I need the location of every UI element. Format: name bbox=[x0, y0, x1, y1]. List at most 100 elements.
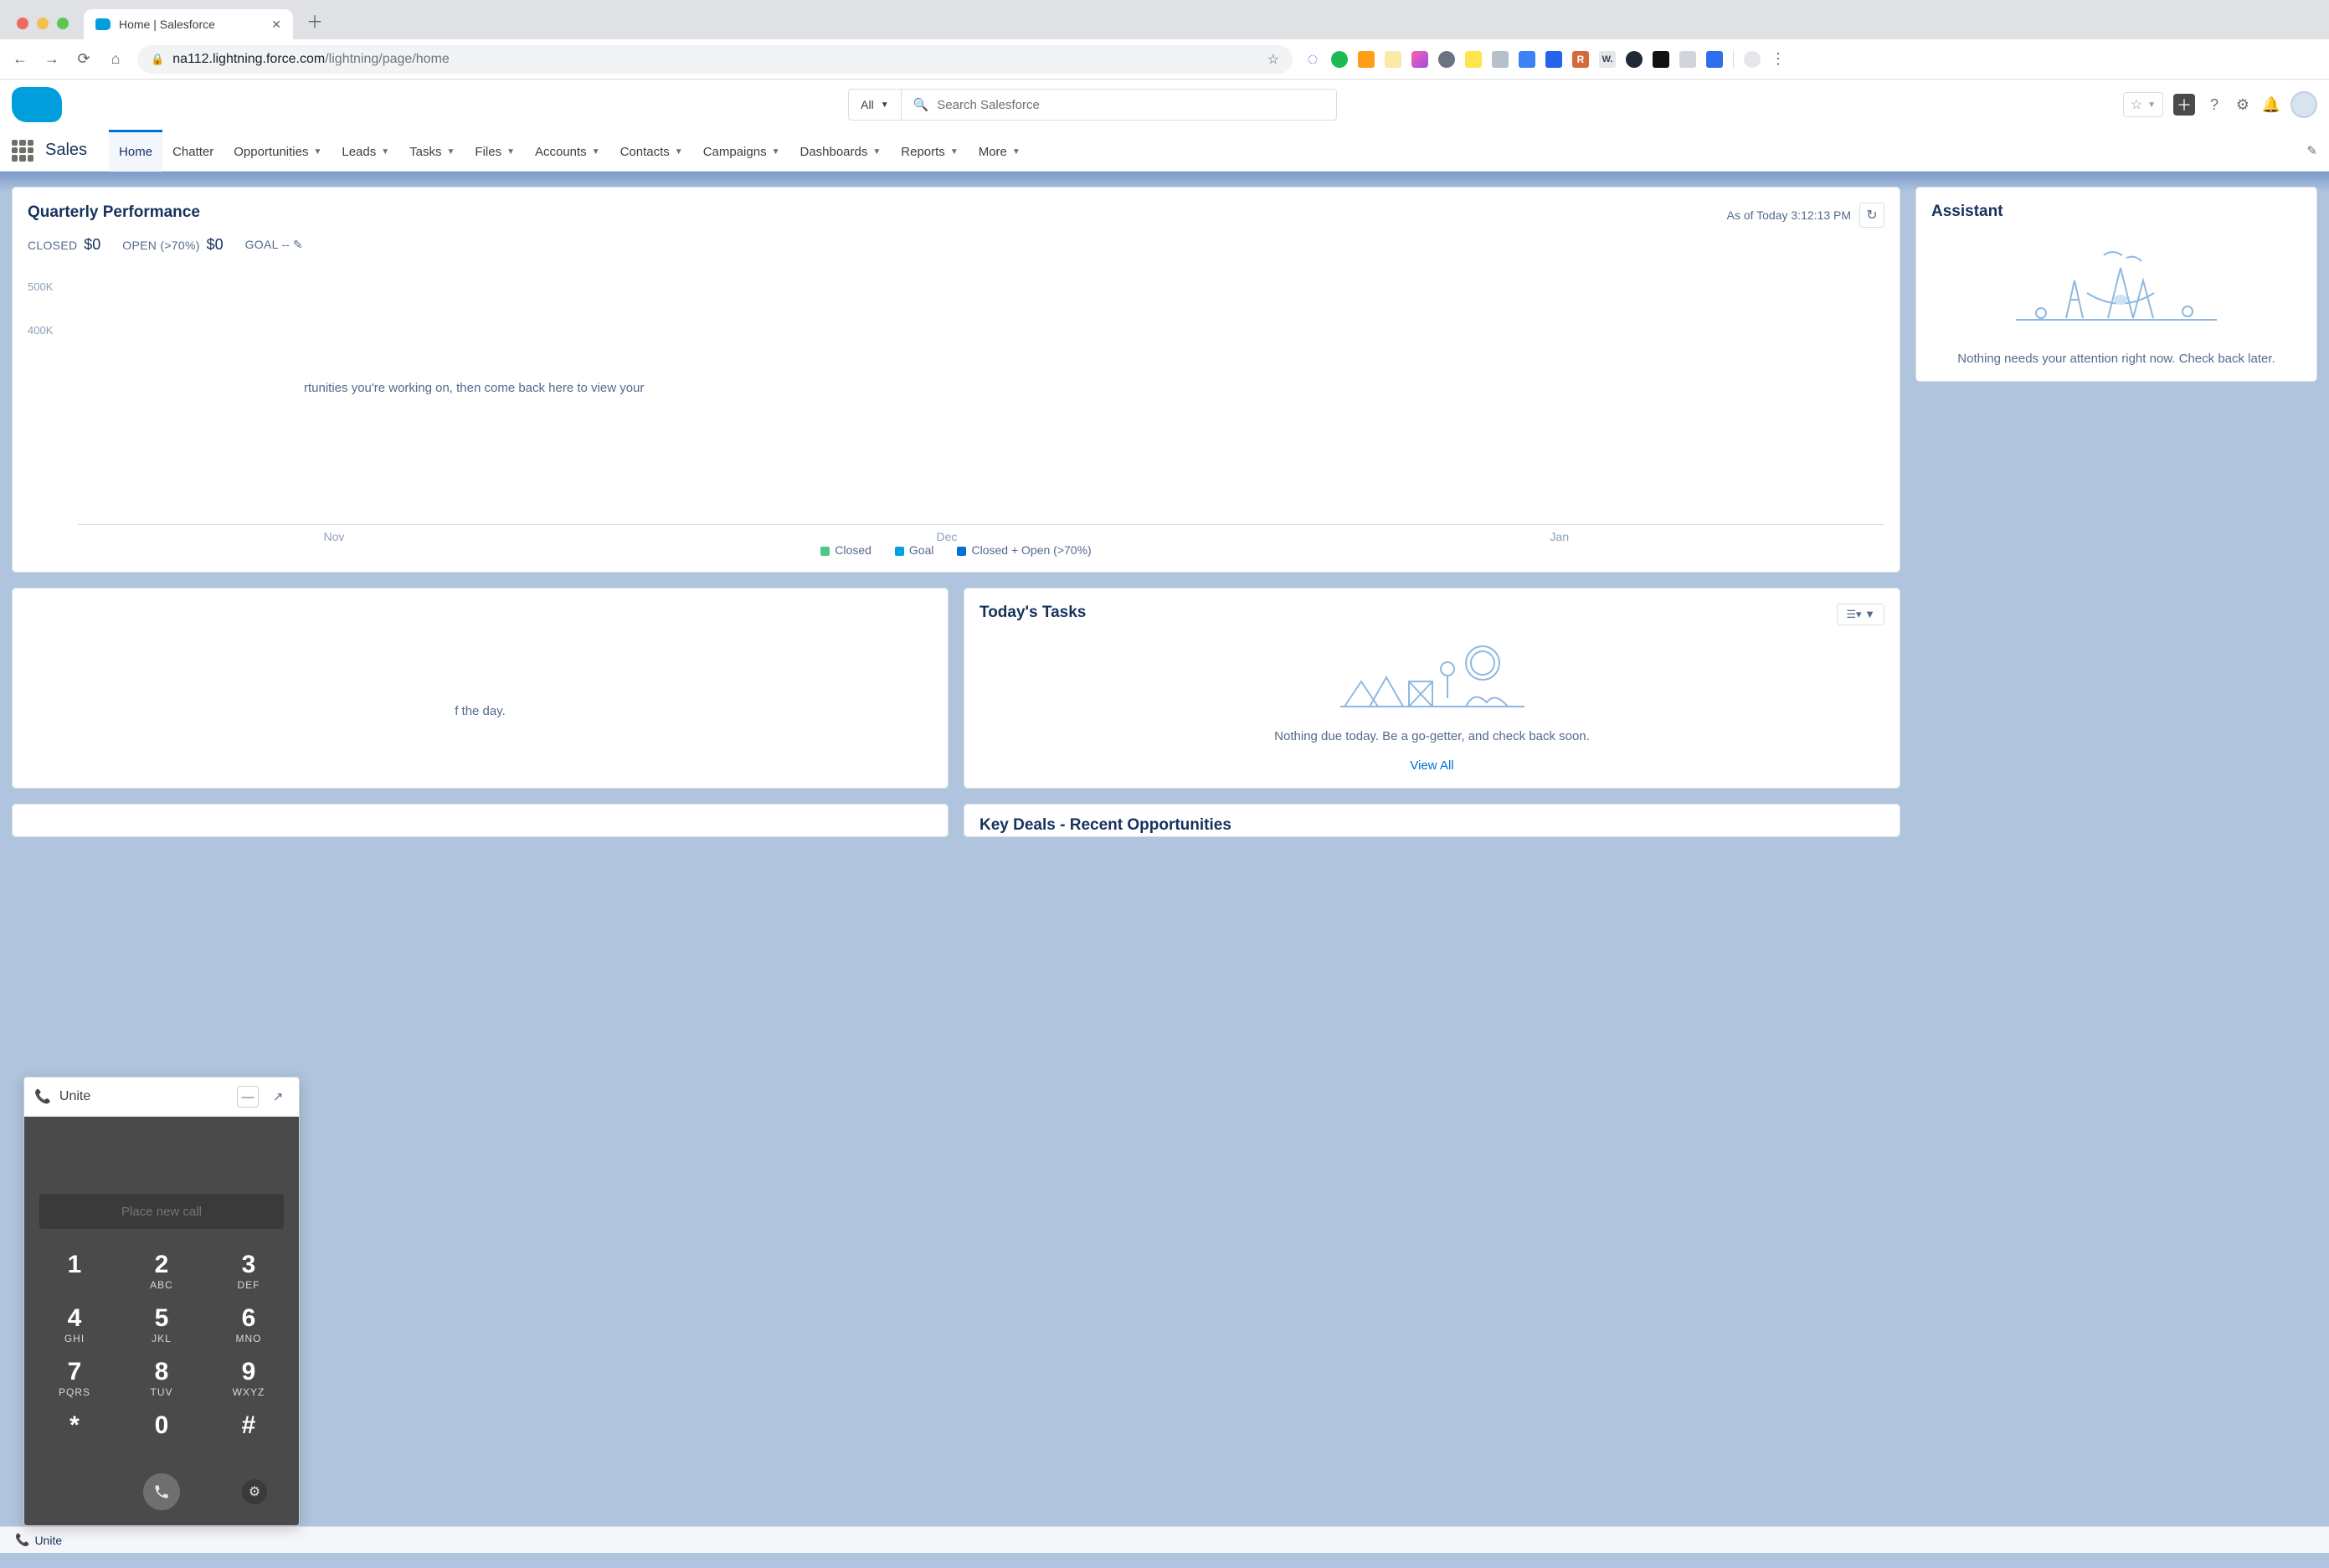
utility-item-unite[interactable]: 📞 Unite bbox=[8, 1529, 69, 1550]
nav-item-accounts[interactable]: Accounts ▼ bbox=[525, 130, 610, 172]
page-body: Quarterly Performance As of Today 3:12:1… bbox=[0, 172, 2329, 1568]
events-empty-msg: f the day. bbox=[28, 704, 933, 718]
chevron-down-icon: ▼ bbox=[313, 147, 321, 157]
extension-icon[interactable]: W. bbox=[1599, 51, 1616, 68]
extension-icon[interactable] bbox=[1545, 51, 1562, 68]
cti-popout-icon[interactable]: ↗ bbox=[267, 1086, 289, 1108]
extension-icon[interactable] bbox=[1438, 51, 1455, 68]
nav-reload[interactable]: ⟳ bbox=[74, 50, 94, 68]
extension-icon[interactable] bbox=[1385, 51, 1401, 68]
dial-input[interactable] bbox=[39, 1194, 284, 1229]
url-field[interactable]: 🔒 na112.lightning.force.com/lightning/pa… bbox=[137, 45, 1293, 74]
y-tick: 500K bbox=[28, 280, 53, 293]
cti-body: 1 2ABC 3DEF 4GHI 5JKL 6MNO 7PQRS 8TUV 9WXYZ * 0 # ⚙ bbox=[24, 1117, 299, 1525]
edit-nav-icon[interactable]: ✎ bbox=[2306, 143, 2317, 158]
chrome-menu-icon[interactable]: ⋮ bbox=[1771, 50, 1786, 68]
browser-tab[interactable]: Home | Salesforce ✕ bbox=[84, 9, 293, 39]
tasks-filter-dropdown[interactable]: ☰▾ ▼ bbox=[1837, 604, 1884, 625]
dialpad-key-8[interactable]: 8TUV bbox=[126, 1360, 197, 1398]
dialpad-key-4[interactable]: 4GHI bbox=[39, 1306, 110, 1344]
y-tick: 400K bbox=[28, 324, 53, 337]
user-avatar[interactable] bbox=[2290, 91, 2317, 118]
dialpad-key-6[interactable]: 6MNO bbox=[213, 1306, 284, 1344]
setup-gear-icon[interactable]: ⚙ bbox=[2234, 95, 2252, 114]
nav-item-contacts[interactable]: Contacts ▼ bbox=[610, 130, 693, 172]
help-icon[interactable]: ? bbox=[2205, 95, 2224, 114]
extension-icon[interactable]: R bbox=[1572, 51, 1589, 68]
dialpad-key-9[interactable]: 9WXYZ bbox=[213, 1360, 284, 1398]
nav-item-leads[interactable]: Leads ▼ bbox=[332, 130, 399, 172]
extension-icon[interactable] bbox=[1519, 51, 1535, 68]
nav-item-dashboards[interactable]: Dashboards ▼ bbox=[789, 130, 891, 172]
nav-item-opportunities[interactable]: Opportunities ▼ bbox=[224, 130, 332, 172]
nav-item-chatter[interactable]: Chatter bbox=[162, 130, 224, 172]
dialpad-key-2[interactable]: 2ABC bbox=[126, 1252, 197, 1291]
extension-icon[interactable] bbox=[1358, 51, 1375, 68]
cti-minimize-button[interactable]: — bbox=[237, 1086, 259, 1108]
nav-item-more[interactable]: More ▼ bbox=[969, 130, 1031, 172]
key-deals-card: Key Deals - Recent Opportunities bbox=[964, 804, 1900, 837]
dialpad-key-3[interactable]: 3DEF bbox=[213, 1252, 284, 1291]
browser-chrome: Home | Salesforce ✕ ＋ ← → ⟳ ⌂ 🔒 na112.li… bbox=[0, 0, 2329, 130]
extension-icon[interactable] bbox=[1465, 51, 1482, 68]
bookmark-star-icon[interactable]: ☆ bbox=[1267, 51, 1279, 68]
extension-icon[interactable] bbox=[1492, 51, 1509, 68]
chevron-down-icon: ▼ bbox=[1012, 147, 1021, 157]
tab-title: Home | Salesforce bbox=[119, 18, 263, 31]
extension-icon[interactable] bbox=[1411, 51, 1428, 68]
star-icon: ☆ bbox=[2131, 96, 2142, 113]
salesforce-logo[interactable] bbox=[12, 87, 62, 122]
window-close[interactable] bbox=[17, 18, 28, 29]
window-minimize[interactable] bbox=[37, 18, 49, 29]
search-input[interactable]: 🔍 Search Salesforce bbox=[902, 89, 1337, 121]
nav-item-files[interactable]: Files ▼ bbox=[465, 130, 525, 172]
notifications-bell-icon[interactable]: 🔔 bbox=[2262, 95, 2280, 114]
new-tab-button[interactable]: ＋ bbox=[293, 2, 337, 39]
cti-title: Unite bbox=[59, 1089, 229, 1104]
extension-icon[interactable] bbox=[1304, 51, 1321, 68]
goal-value: -- bbox=[282, 238, 290, 251]
performance-chart: 500K 400K rtunities you're working on, t… bbox=[28, 272, 1884, 548]
dialpad-key-*[interactable]: * bbox=[39, 1413, 110, 1452]
refresh-button[interactable]: ↻ bbox=[1859, 203, 1884, 228]
phone-icon: 📞 bbox=[15, 1533, 29, 1547]
app-launcher-icon[interactable] bbox=[12, 140, 33, 162]
nav-item-tasks[interactable]: Tasks ▼ bbox=[399, 130, 465, 172]
chrome-profile-icon[interactable] bbox=[1744, 51, 1761, 68]
lock-icon: 🔒 bbox=[151, 53, 164, 66]
extension-icon[interactable] bbox=[1626, 51, 1643, 68]
nav-item-reports[interactable]: Reports ▼ bbox=[891, 130, 968, 172]
nav-home[interactable]: ⌂ bbox=[105, 50, 126, 68]
edit-goal-icon[interactable]: ✎ bbox=[293, 238, 303, 251]
cti-settings-icon[interactable]: ⚙ bbox=[242, 1479, 267, 1504]
chevron-down-icon: ▼ bbox=[950, 147, 959, 157]
card-title: Key Deals - Recent Opportunities bbox=[979, 816, 1884, 835]
phone-icon: 📞 bbox=[34, 1088, 51, 1105]
nav-back[interactable]: ← bbox=[10, 50, 30, 68]
global-add-button[interactable]: ＋ bbox=[2173, 94, 2195, 116]
view-all-link[interactable]: View All bbox=[979, 758, 1884, 773]
extension-icon[interactable] bbox=[1331, 51, 1348, 68]
url-text: na112.lightning.force.com/lightning/page… bbox=[172, 52, 450, 67]
dialpad-key-5[interactable]: 5JKL bbox=[126, 1306, 197, 1344]
dialpad-key-0[interactable]: 0 bbox=[126, 1413, 197, 1452]
dialpad-key-7[interactable]: 7PQRS bbox=[39, 1360, 110, 1398]
tab-close-icon[interactable]: ✕ bbox=[271, 18, 281, 32]
nav-item-campaigns[interactable]: Campaigns ▼ bbox=[693, 130, 790, 172]
nav-forward[interactable]: → bbox=[42, 50, 62, 68]
favorites-button[interactable]: ☆▼ bbox=[2123, 92, 2163, 117]
call-button[interactable] bbox=[143, 1473, 180, 1510]
extension-icon[interactable] bbox=[1653, 51, 1669, 68]
search-scope-dropdown[interactable]: All▼ bbox=[848, 89, 901, 121]
nav-item-home[interactable]: Home bbox=[109, 130, 162, 172]
dialpad-key-1[interactable]: 1 bbox=[39, 1252, 110, 1291]
dialpad-key-#[interactable]: # bbox=[213, 1413, 284, 1452]
as-of-label: As of Today 3:12:13 PM bbox=[1727, 208, 1851, 222]
window-maximize[interactable] bbox=[57, 18, 69, 29]
open-value: $0 bbox=[207, 236, 224, 253]
separator bbox=[1733, 50, 1734, 69]
extension-icon[interactable] bbox=[1679, 51, 1696, 68]
closed-label: CLOSED bbox=[28, 239, 77, 252]
extension-icon[interactable] bbox=[1706, 51, 1723, 68]
search-icon: 🔍 bbox=[913, 97, 929, 112]
